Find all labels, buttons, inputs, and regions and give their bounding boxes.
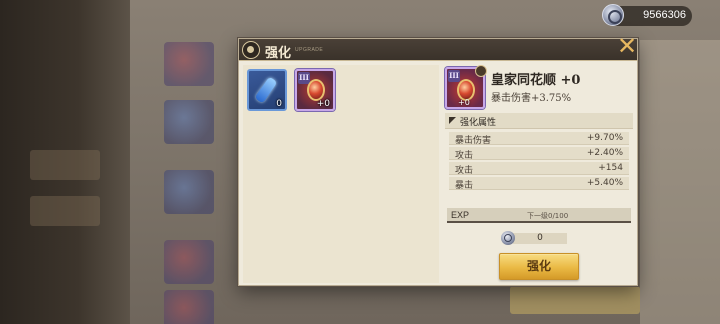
crystal-coin-icon: [602, 4, 624, 26]
modal-subtitle: UPGRADE: [295, 47, 324, 53]
modal-title: 强化: [265, 46, 292, 61]
item-name: 皇家同花顺 +0: [491, 73, 581, 88]
background-menu-item: [30, 150, 100, 180]
scroll-icon: [254, 76, 278, 104]
cost-box: 0: [513, 233, 567, 244]
material-inventory: 0 III +0: [243, 65, 439, 283]
attribute-row: 攻击 +154: [449, 162, 629, 176]
red-gem-icon: [307, 79, 325, 101]
triangle-icon: [449, 117, 456, 124]
selected-item-icon[interactable]: III +0: [445, 65, 487, 109]
cost-amount: 0: [537, 233, 543, 243]
background-sidebar: [0, 0, 130, 324]
slot-count: 0: [276, 99, 282, 109]
background-menu-item: [30, 196, 100, 226]
inventory-slot[interactable]: III +0: [295, 69, 335, 111]
card-tag-icon: [475, 65, 487, 77]
enhance-modal: 强化 UPGRADE 0 III +0 III +0 皇家同花顺 +0 暴击伤害…: [238, 38, 638, 286]
attribute-row: 暴击 +5.40%: [449, 177, 629, 191]
attribute-row: 暴击伤害 +9.70%: [449, 132, 629, 146]
close-icon[interactable]: ✕: [616, 34, 638, 58]
enhance-cost: 0: [501, 231, 571, 245]
modal-header: 强化 UPGRADE: [239, 39, 637, 61]
enhance-button[interactable]: 强化: [499, 253, 579, 280]
attributes-header: 强化属性: [445, 113, 633, 129]
currency-amount: 9566306: [643, 9, 686, 21]
background-panel: [640, 40, 720, 324]
attribute-row: 攻击 +2.40%: [449, 147, 629, 161]
exp-progress: 下一级0/100: [527, 212, 569, 220]
emblem-icon: [242, 41, 260, 59]
slot-count: +0: [316, 99, 330, 109]
item-info-panel: III +0 皇家同花顺 +0 暴击伤害+3.75% 强化属性 暴击伤害 +9.…: [445, 65, 635, 283]
inventory-slot[interactable]: 0: [247, 69, 287, 111]
currency-display: 9566306: [602, 4, 692, 26]
item-main-stat: 暴击伤害+3.75%: [491, 93, 572, 104]
tier-badge: III: [448, 70, 460, 82]
item-level: +0: [458, 98, 470, 107]
background-button: [510, 286, 640, 314]
exp-label: EXP: [451, 210, 470, 220]
exp-bar: EXP 下一级0/100: [447, 208, 631, 223]
crystal-coin-icon: [501, 231, 515, 245]
